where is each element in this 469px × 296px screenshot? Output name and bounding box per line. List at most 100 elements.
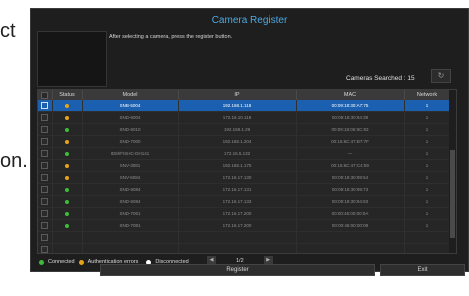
network-cell: 1 (404, 183, 451, 196)
model-cell: SND-7061 (82, 207, 179, 220)
status-cell (52, 123, 83, 136)
status-cell (52, 147, 83, 160)
row-checkbox[interactable] (41, 186, 49, 193)
row-checkbox[interactable] (41, 150, 49, 157)
row-select-cell[interactable] (38, 195, 53, 208)
row-select-cell[interactable] (38, 231, 53, 244)
status-dot-icon (65, 115, 69, 120)
column-header-model[interactable]: Model (82, 90, 179, 100)
status-cell (52, 100, 83, 112)
table-row[interactable]: SND-7061 172.16.17.200 00:00:46:00:00:0A 1 (38, 207, 451, 220)
status-cell (52, 243, 83, 253)
network-cell (404, 231, 451, 244)
model-cell: SND-6084 (82, 183, 179, 196)
column-header-status[interactable]: Status (52, 90, 83, 100)
row-select-cell[interactable] (38, 111, 53, 124)
camera-preview (37, 31, 107, 87)
row-checkbox[interactable] (41, 162, 49, 169)
row-select-cell[interactable] (38, 147, 53, 160)
row-select-cell[interactable] (38, 207, 53, 220)
table-row[interactable]: SND-7000 192.168.1.204 00:16:6C:47:B7:7F 1 (38, 135, 451, 148)
model-cell: IDM/FISHC-DH141 (82, 147, 179, 160)
ip-cell: 172.16.17.200 (178, 219, 297, 232)
status-dot-icon (65, 127, 69, 132)
exit-button[interactable]: Exit (380, 264, 465, 276)
table-row[interactable]: SND-6010 192.168.1.29 00:09:18:05:9C:83 1 (38, 123, 451, 136)
scrollbar-thumb[interactable] (450, 150, 455, 238)
model-cell (82, 243, 179, 253)
network-cell: 1 (404, 207, 451, 220)
mac-cell (296, 243, 405, 253)
status-cell (52, 159, 83, 172)
legend-connected: Connected (48, 259, 75, 265)
mac-cell: 00:16:6C:47:B7:7F (296, 135, 405, 148)
mac-cell: 00:09:18:30:94:39 (296, 111, 405, 124)
row-checkbox[interactable] (41, 246, 49, 253)
background-text-2: on. (0, 150, 28, 172)
row-select-cell[interactable] (38, 243, 53, 253)
status-dot-icon (65, 163, 69, 168)
row-select-cell[interactable] (38, 135, 53, 148)
mac-cell: — (296, 147, 405, 160)
table-row[interactable]: SNV-3081 192.168.1.170 00:16:6C:47:C4:59 1 (38, 159, 451, 172)
row-checkbox[interactable] (41, 210, 49, 217)
table-row[interactable]: IDM/FISHC-DH141 172.16.5.132—1 (38, 147, 451, 160)
ip-cell: 192.168.1.118 (178, 100, 297, 112)
ip-cell: 192.168.1.170 (178, 159, 297, 172)
row-select-cell[interactable] (38, 123, 53, 136)
status-cell (52, 207, 83, 220)
table-row[interactable]: SND-7081 172.16.17.200 00:00:46:00:00:09 1 (38, 219, 451, 232)
ip-cell: 192.168.1.29 (178, 123, 297, 136)
row-checkbox[interactable] (41, 234, 49, 241)
auth-error-dot-icon (78, 259, 84, 265)
row-checkbox[interactable] (41, 114, 49, 121)
network-cell: 1 (404, 135, 451, 148)
table-row[interactable]: SNB-5004 192.168.1.118 00:09:18:30:A7:75 1 (38, 100, 451, 112)
table-row[interactable] (38, 231, 451, 244)
row-select-cell[interactable] (38, 171, 53, 184)
table-row[interactable]: SND-6084 172.16.17.131 00:09:18:30:99:73 1 (38, 183, 451, 196)
column-header-network[interactable]: Network (404, 90, 451, 100)
table-row[interactable]: SND-6084 172.16.17.133 00:09:18:30:94:83 1 (38, 195, 451, 208)
register-button[interactable]: Register (100, 264, 375, 276)
refresh-button[interactable]: ↻ (431, 69, 451, 83)
column-header-ip[interactable]: IP (178, 90, 297, 100)
status-dot-icon (65, 211, 69, 216)
row-checkbox[interactable] (41, 126, 49, 133)
ip-cell: 172.16.17.131 (178, 183, 297, 196)
row-select-cell[interactable] (38, 159, 53, 172)
select-all-header[interactable] (38, 90, 53, 100)
connected-dot-icon (39, 259, 44, 265)
ip-cell (178, 231, 297, 244)
row-select-cell[interactable] (38, 219, 53, 232)
row-select-cell[interactable] (38, 183, 53, 196)
table-row[interactable] (38, 243, 451, 253)
camera-table: Status Model IP MAC Network SNB-5004 192.… (37, 89, 457, 254)
status-cell (52, 219, 83, 232)
row-checkbox[interactable] (41, 174, 49, 181)
column-header-mac[interactable]: MAC (296, 90, 405, 100)
refresh-icon: ↻ (437, 71, 445, 80)
dialog-title: Camera Register (211, 15, 288, 26)
network-cell: 1 (404, 147, 451, 160)
table-scrollbar[interactable] (449, 90, 456, 253)
network-cell: 1 (404, 100, 451, 112)
status-dot-icon (65, 151, 69, 156)
status-dot-icon (65, 223, 69, 228)
row-checkbox[interactable] (41, 198, 49, 205)
ip-cell (178, 243, 297, 253)
row-checkbox[interactable] (41, 102, 49, 109)
mac-cell (296, 231, 405, 244)
row-select-cell[interactable] (38, 100, 53, 112)
status-dot-icon (65, 139, 69, 144)
model-cell: SNV-6084 (82, 171, 179, 184)
table-row[interactable]: SND-6004 172.16.10.119 00:09:18:30:94:39 1 (38, 111, 451, 124)
select-all-checkbox[interactable] (41, 91, 49, 99)
mac-cell: 00:09:18:30:A7:75 (296, 100, 405, 112)
row-checkbox[interactable] (41, 138, 49, 145)
model-cell (82, 231, 179, 244)
table-row[interactable]: SNV-6084 172.16.17.130 00:09:18:30:99:54 1 (38, 171, 451, 184)
model-cell: SNB-5004 (82, 100, 179, 112)
row-checkbox[interactable] (41, 222, 49, 229)
network-cell: 1 (404, 111, 451, 124)
